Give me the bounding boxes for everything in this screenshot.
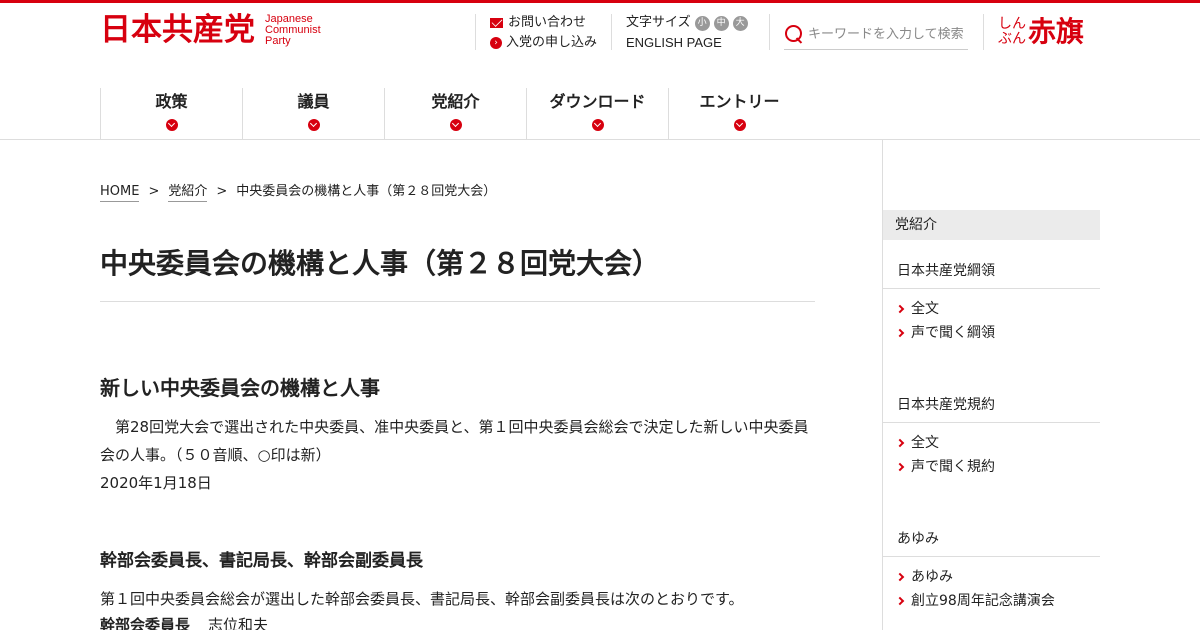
- sidebar-group-title[interactable]: 日本共産党綱領: [897, 261, 995, 281]
- intro-paragraph: 第28回党大会で選出された中央委員、准中央委員と、第１回中央委員会総会で決定した…: [100, 418, 809, 464]
- sidebar-group-divider: [883, 556, 1100, 557]
- publish-date: 2020年1月18日: [100, 474, 212, 492]
- akahata-link[interactable]: しんぶん 赤旗: [998, 16, 1084, 48]
- sidebar-link[interactable]: 全文: [895, 299, 939, 319]
- nav-divider: [0, 139, 1200, 140]
- search-input[interactable]: [808, 26, 966, 42]
- leader-name: 志位和夫: [208, 616, 269, 630]
- nav-item-label: 党紹介: [431, 92, 480, 111]
- header-divider: [983, 14, 984, 50]
- font-size-medium-button[interactable]: 中: [713, 15, 729, 31]
- sidebar-link[interactable]: あゆみ: [895, 567, 953, 587]
- breadcrumb-home-link[interactable]: HOME: [100, 183, 140, 202]
- nav-item-about[interactable]: 党紹介: [384, 88, 526, 140]
- breadcrumb-separator: >: [216, 184, 228, 199]
- breadcrumb-parent-link[interactable]: 党紹介: [168, 183, 208, 202]
- chevron-down-icon: [591, 119, 604, 131]
- header-divider: [769, 14, 770, 50]
- chevron-right-icon: [895, 328, 905, 338]
- font-size-large-button[interactable]: 大: [732, 15, 748, 31]
- header-divider: [475, 14, 476, 50]
- subsection-paragraph: 第１回中央委員会総会が選出した幹部会委員長、書記局長、幹部会副委員長は次のとおり…: [100, 590, 744, 608]
- nav-item-download[interactable]: ダウンロード: [526, 88, 668, 140]
- contact-label: お問い合わせ: [508, 15, 587, 30]
- sidebar-link[interactable]: 声で聞く規約: [895, 457, 995, 477]
- section-title: 新しい中央委員会の機構と人事: [100, 376, 380, 400]
- page-title: 中央委員会の機構と人事（第２８回党大会）: [100, 247, 661, 280]
- sidebar-link[interactable]: 創立98周年記念講演会: [895, 591, 1055, 611]
- font-size-small-button[interactable]: 小: [694, 15, 710, 31]
- contact-link[interactable]: お問い合わせ: [490, 13, 597, 33]
- leader-role: 幹部会委員長: [100, 616, 191, 630]
- sidebar-link[interactable]: 声で聞く綱領: [895, 323, 995, 343]
- circle-arrow-icon: ›: [490, 37, 502, 49]
- chevron-down-icon: [733, 119, 746, 131]
- logo-english-line: Party: [265, 34, 291, 47]
- mail-icon: [490, 18, 503, 28]
- sidebar-heading: 党紹介: [883, 210, 1100, 240]
- nav-item-label: ダウンロード: [549, 92, 646, 111]
- breadcrumb: HOME > 党紹介 > 中央委員会の機構と人事（第２８回党大会）: [100, 183, 496, 202]
- logo-english-line: Communist: [265, 23, 321, 36]
- sidebar-group-divider: [883, 288, 1100, 289]
- title-divider: [100, 301, 815, 302]
- search-box: [784, 19, 968, 50]
- akahata-title: 赤旗: [1028, 15, 1085, 48]
- site-logo[interactable]: 日本共産党 Japanese Communist Party: [100, 13, 321, 47]
- sidebar-link-label: 全文: [911, 435, 939, 451]
- nav-item-members[interactable]: 議員: [242, 88, 384, 140]
- breadcrumb-current: 中央委員会の機構と人事（第２８回党大会）: [236, 184, 497, 199]
- sidebar-link[interactable]: 全文: [895, 433, 939, 453]
- join-link[interactable]: › 入党の申し込み: [490, 33, 597, 53]
- font-size-label: 文字サイズ: [626, 15, 691, 30]
- leader-entry: 幹部会委員長 志位和夫: [100, 612, 268, 630]
- sidebar-group-title[interactable]: 日本共産党規約: [897, 395, 995, 415]
- chevron-right-icon: [895, 572, 905, 582]
- subsection-title: 幹部会委員長、書記局長、幹部会副委員長: [100, 551, 423, 571]
- logo-kanji: 日本共産党: [100, 12, 255, 48]
- chevron-right-icon: [895, 304, 905, 314]
- font-size-controls: 文字サイズ 小 中 大 ENGLISH PAGE: [626, 13, 748, 53]
- join-label: 入党の申し込み: [506, 35, 598, 50]
- sidebar-link-label: 声で聞く綱領: [911, 325, 995, 341]
- nav-item-label: エントリー: [699, 92, 780, 111]
- sidebar-link-label: 全文: [911, 301, 939, 317]
- sidebar-link-label: 声で聞く規約: [911, 459, 995, 475]
- logo-english: Japanese Communist Party: [265, 12, 321, 47]
- header-contact-links: お問い合わせ › 入党の申し込み: [490, 13, 597, 53]
- chevron-down-icon: [307, 119, 320, 131]
- header-divider: [611, 14, 612, 50]
- nav-item-policy[interactable]: 政策: [100, 88, 242, 140]
- chevron-down-icon: [165, 119, 178, 131]
- chevron-right-icon: [895, 462, 905, 472]
- breadcrumb-separator: >: [148, 184, 160, 199]
- akahata-small-label: しんぶん: [998, 16, 1026, 47]
- chevron-right-icon: [895, 596, 905, 606]
- global-nav: 政策 議員 党紹介 ダウンロード エントリー: [100, 88, 810, 140]
- site-header: 日本共産党 Japanese Communist Party お問い合わせ › …: [0, 3, 1200, 63]
- sidebar-link-label: 創立98周年記念講演会: [911, 593, 1055, 609]
- sidebar-group-divider: [883, 422, 1100, 423]
- sidebar-link-label: あゆみ: [911, 569, 953, 585]
- nav-item-entry[interactable]: エントリー: [668, 88, 810, 140]
- search-icon[interactable]: [784, 24, 804, 44]
- logo-english-line: Japanese: [265, 12, 313, 25]
- nav-item-label: 議員: [297, 92, 330, 111]
- english-page-link[interactable]: ENGLISH PAGE: [626, 33, 748, 53]
- chevron-down-icon: [449, 119, 462, 131]
- chevron-right-icon: [895, 438, 905, 448]
- sidebar-group-title[interactable]: あゆみ: [897, 529, 939, 549]
- nav-item-label: 政策: [155, 92, 188, 111]
